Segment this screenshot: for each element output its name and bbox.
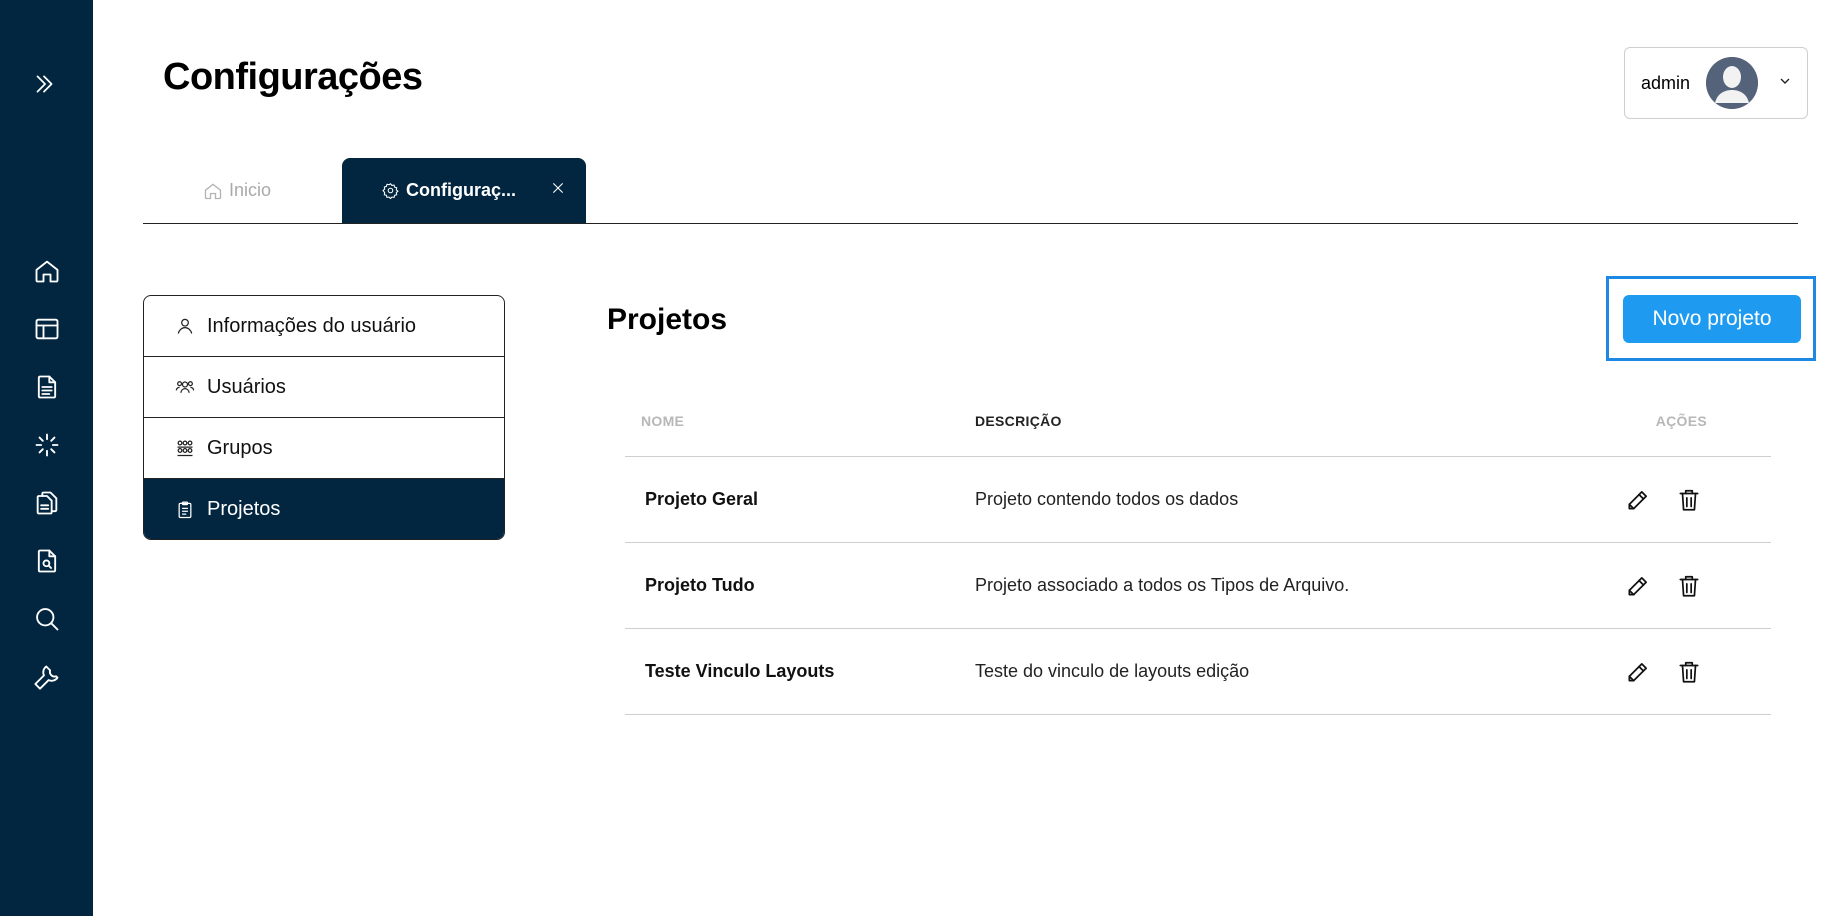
users-icon <box>175 381 195 393</box>
user-avatar-icon <box>1706 57 1759 109</box>
user-menu-dropdown[interactable]: admin <box>1624 47 1808 119</box>
search-icon <box>35 608 58 631</box>
table-header: NOME DESCRIÇÃO AÇÕES <box>625 385 1771 457</box>
row-actions <box>1595 487 1771 513</box>
project-description: Projeto associado a todos os Tipos de Ar… <box>975 575 1350 595</box>
highlight-box: Novo projeto <box>1606 276 1816 361</box>
settings-menu: Informações do usuário Usuários Grupos P… <box>143 295 505 540</box>
groups-icon <box>177 440 193 457</box>
project-name: Projeto Tudo <box>645 575 755 595</box>
project-name: Projeto Geral <box>645 489 759 509</box>
sidebar <box>0 0 93 916</box>
column-header-actions: AÇÕES <box>1655 412 1707 429</box>
expand-sidebar-button[interactable] <box>28 68 60 100</box>
files-icon <box>36 491 57 515</box>
project-name: Teste Vinculo Layouts <box>645 661 835 681</box>
row-actions <box>1595 573 1771 599</box>
sidebar-item-tools[interactable] <box>0 648 93 706</box>
pencil-icon[interactable] <box>1625 573 1651 599</box>
gear-icon <box>382 183 399 199</box>
home-icon <box>35 260 58 283</box>
sidebar-item-file-search[interactable] <box>0 532 93 590</box>
sidebar-item-processing[interactable] <box>0 416 93 474</box>
chevron-down-icon <box>1777 73 1793 94</box>
menu-item-label: Informações do usuário <box>207 314 417 337</box>
clipboard-icon <box>178 500 192 518</box>
page-title: Configurações <box>163 56 423 98</box>
tab-label: Inicio <box>229 180 272 200</box>
sidebar-item-search[interactable] <box>0 590 93 648</box>
trash-icon[interactable] <box>1676 487 1702 513</box>
sidebar-item-layouts[interactable] <box>0 300 93 358</box>
tab-configuracoes[interactable]: Configuraç... <box>342 158 586 223</box>
user-name: admin <box>1641 72 1691 93</box>
sidebar-item-home[interactable] <box>0 242 93 300</box>
menu-item-projects[interactable]: Projetos <box>144 479 504 539</box>
pencil-icon[interactable] <box>1625 487 1651 513</box>
project-description: Projeto contendo todos os dados <box>975 489 1239 509</box>
table-row: Teste Vinculo Layouts Teste do vinculo d… <box>625 629 1771 715</box>
tab-bar: Inicio Configuraç... <box>143 158 1798 224</box>
column-header-name: NOME <box>641 412 685 429</box>
layout-icon <box>35 318 58 340</box>
new-project-button[interactable]: Novo projeto <box>1623 295 1801 343</box>
file-search-icon <box>37 549 56 573</box>
wrench-icon <box>33 665 58 690</box>
menu-item-label: Grupos <box>207 436 273 459</box>
table-row: Projeto Tudo Projeto associado a todos o… <box>625 543 1771 629</box>
trash-icon[interactable] <box>1676 573 1702 599</box>
projects-table: NOME DESCRIÇÃO AÇÕES Projeto Geral Proje… <box>625 385 1771 715</box>
sidebar-nav <box>0 242 93 706</box>
document-icon <box>37 375 56 399</box>
project-description: Teste do vinculo de layouts edição <box>975 661 1250 681</box>
user-icon <box>177 318 193 334</box>
trash-icon[interactable] <box>1676 659 1702 685</box>
tab-label: Configuraç... <box>406 180 517 200</box>
close-icon[interactable] <box>550 180 566 196</box>
home-icon <box>204 182 222 199</box>
tab-inicio[interactable]: Inicio <box>203 158 271 223</box>
section-title: Projetos <box>607 303 728 336</box>
menu-item-groups[interactable]: Grupos <box>144 418 504 479</box>
menu-item-label: Usuários <box>207 375 286 398</box>
sidebar-item-documents[interactable] <box>0 358 93 416</box>
row-actions <box>1595 659 1771 685</box>
double-chevron-right-icon <box>36 75 53 93</box>
loader-icon <box>35 433 58 457</box>
column-header-description: DESCRIÇÃO <box>975 412 1062 429</box>
menu-item-label: Projetos <box>207 498 281 520</box>
pencil-icon[interactable] <box>1625 659 1651 685</box>
table-row: Projeto Geral Projeto contendo todos os … <box>625 457 1771 543</box>
sidebar-item-files[interactable] <box>0 474 93 532</box>
menu-item-user-info[interactable]: Informações do usuário <box>144 296 504 357</box>
menu-item-users[interactable]: Usuários <box>144 357 504 418</box>
